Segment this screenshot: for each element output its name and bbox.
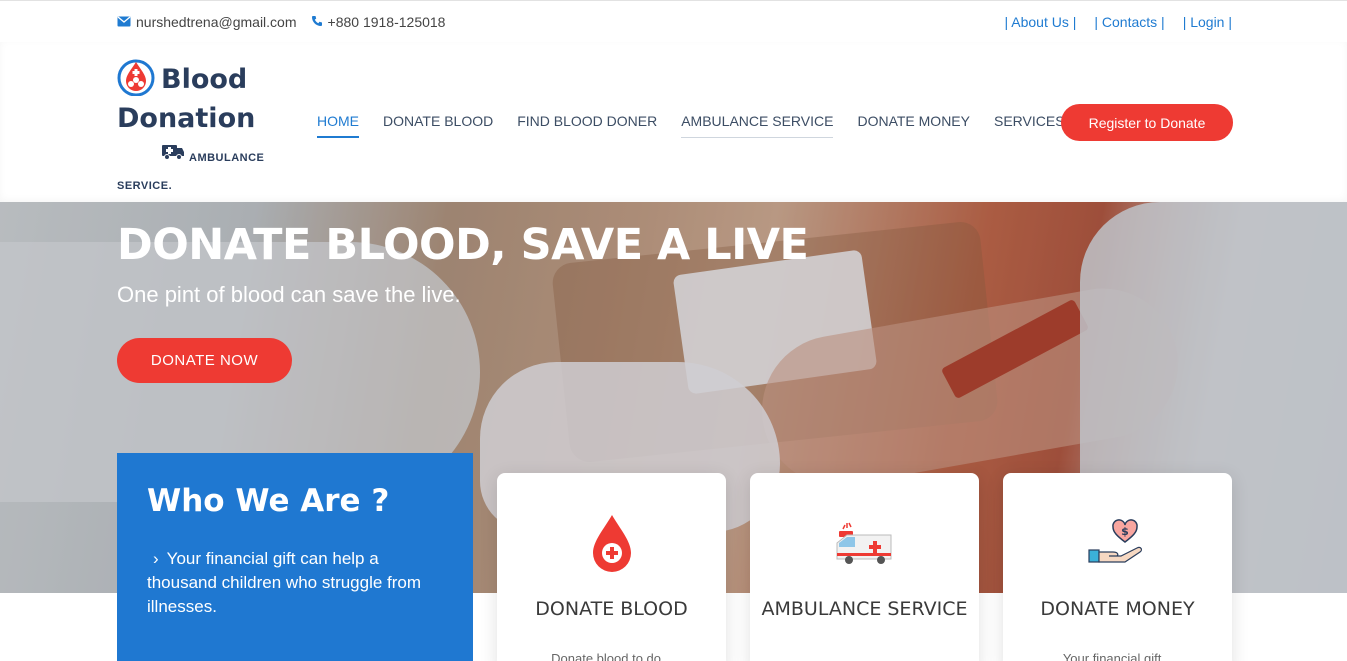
nav-ambulance-service[interactable]: AMBULANCE SERVICE	[681, 113, 834, 138]
who-we-are-panel: Who We Are ? › Your financial gift can he…	[117, 453, 473, 661]
ambulance-van-icon	[750, 509, 979, 579]
card-title: AMBULANCE SERVICE	[761, 598, 968, 620]
nav-donate-blood[interactable]: DONATE BLOOD	[383, 113, 493, 138]
card-title: DONATE BLOOD	[535, 598, 688, 620]
card-text: Donate blood to do...	[551, 651, 672, 661]
top-links: | About Us | | Contacts | | Login |	[1005, 14, 1233, 30]
card-title: DONATE MONEY	[1040, 598, 1195, 620]
site-logo[interactable]: Blood Donation AMBULANCE SERVICE.	[117, 58, 287, 192]
who-we-are-text: Your financial gift can help a thousand …	[147, 549, 422, 616]
card-ambulance-service[interactable]: AMBULANCE SERVICE	[750, 473, 979, 661]
site-header: Blood Donation AMBULANCE SERVICE. HOME D…	[0, 42, 1347, 202]
nav-home[interactable]: HOME	[317, 113, 359, 138]
chevron-right-icon: ›	[153, 549, 159, 568]
logo-row: Blood	[117, 58, 287, 101]
hero-subtitle: One pint of blood can save the live.	[117, 282, 461, 307]
card-text: Your financial gift...	[1062, 651, 1173, 661]
svg-text:$: $	[1121, 525, 1129, 538]
contacts-link[interactable]: | Contacts |	[1094, 14, 1164, 30]
logo-word-donation: Donation	[117, 103, 256, 134]
nav-find-blood-doner[interactable]: FIND BLOOD DONER	[517, 113, 657, 138]
top-bar: nurshedtrena@gmail.com +880 1918-125018 …	[0, 0, 1347, 42]
logo-ambulance-line: AMBULANCE	[161, 141, 287, 164]
donate-now-button[interactable]: DONATE NOW	[117, 338, 292, 383]
contact-info: nurshedtrena@gmail.com +880 1918-125018	[117, 14, 445, 30]
phone-item: +880 1918-125018	[311, 14, 446, 30]
who-we-are-title: Who We Are ?	[147, 483, 390, 519]
blood-drop-icon	[497, 509, 726, 579]
who-we-are-text-row: › Your financial gift can help a thousand…	[147, 547, 443, 619]
login-link[interactable]: | Login |	[1183, 14, 1232, 30]
hero-title: DONATE BLOOD, SAVE A LIVE	[117, 220, 809, 270]
about-us-link[interactable]: | About Us |	[1005, 14, 1077, 30]
envelope-icon	[117, 14, 131, 30]
email-item: nurshedtrena@gmail.com	[117, 14, 297, 30]
card-donate-blood[interactable]: DONATE BLOOD Donate blood to do...	[497, 473, 726, 661]
blood-drop-logo-icon	[117, 58, 155, 101]
phone-text: +880 1918-125018	[327, 14, 446, 30]
main-nav: HOME DONATE BLOOD FIND BLOOD DONER AMBUL…	[317, 113, 1065, 138]
logo-word-blood: Blood	[161, 63, 248, 95]
email-text: nurshedtrena@gmail.com	[136, 14, 297, 30]
logo-word-service: SERVICE.	[117, 180, 173, 192]
nav-donate-money[interactable]: DONATE MONEY	[857, 113, 970, 138]
logo-word-ambulance: AMBULANCE	[189, 152, 265, 164]
register-to-donate-button[interactable]: Register to Donate	[1061, 104, 1233, 141]
heart-hand-money-icon: $	[1003, 509, 1232, 579]
phone-icon	[311, 14, 323, 30]
card-donate-money[interactable]: $ DONATE MONEY Your financial gift...	[1003, 473, 1232, 661]
nav-services[interactable]: SERVICES	[994, 113, 1065, 138]
ambulance-icon	[161, 141, 185, 164]
